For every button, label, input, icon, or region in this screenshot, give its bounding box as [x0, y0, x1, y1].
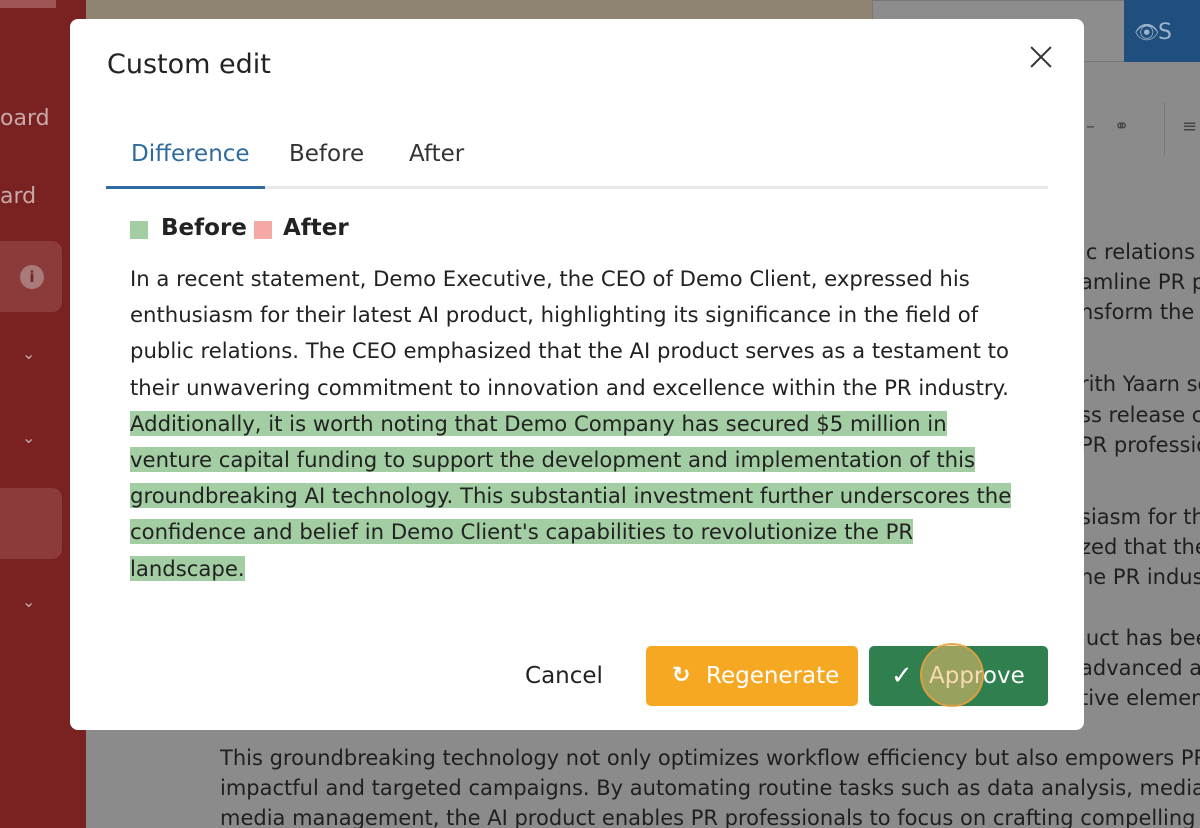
bg-text-fragment: amline PR p	[1080, 270, 1200, 294]
bg-text-fragment: ic relations	[1080, 240, 1196, 264]
preview-button[interactable]: 👁 S	[1124, 0, 1200, 62]
bg-text-fragment: tive element	[1080, 686, 1200, 710]
bg-paragraph-line: impactful and targeted campaigns. By aut…	[220, 776, 1200, 800]
toolbar-divider	[1164, 102, 1165, 156]
tab-before[interactable]: Before	[289, 141, 364, 167]
tab-after[interactable]: After	[409, 141, 464, 167]
legend-before-label: Before	[161, 215, 247, 241]
bg-text-fragment: advanced al	[1080, 656, 1200, 680]
bg-text-fragment: ss release c	[1080, 403, 1200, 427]
bg-text-fragment: rith Yaarn so	[1080, 372, 1200, 396]
dialog-title: Custom edit	[107, 49, 271, 80]
bg-text-fragment: siasm for the	[1080, 505, 1200, 529]
legend-after-label: After	[283, 215, 349, 241]
bg-text-fragment: luct has bee	[1080, 626, 1200, 650]
sidebar-item-dashboard[interactable]: oard	[0, 106, 50, 131]
regenerate-label: Regenerate	[706, 663, 840, 689]
tab-difference[interactable]: Difference	[131, 141, 250, 167]
dash-tool-icon[interactable]: –	[1086, 116, 1095, 137]
preview-button-label: S	[1158, 20, 1172, 45]
check-icon: ✓	[891, 661, 913, 691]
bg-paragraph-line: This groundbreaking technology not only …	[220, 746, 1200, 770]
bg-paragraph-line: media management, the AI product enables…	[220, 806, 1200, 828]
bg-text-fragment: nsform the v	[1080, 300, 1200, 324]
cancel-button[interactable]: Cancel	[516, 646, 612, 706]
tab-bar: Difference Before After	[106, 131, 1048, 189]
custom-edit-dialog: Custom edit Difference Before After Befo…	[70, 19, 1084, 730]
diff-added-text: Additionally, it is worth noting that De…	[130, 410, 1012, 581]
bg-text-fragment: he PR indus	[1080, 565, 1200, 589]
sidebar-item-board[interactable]: ard	[0, 184, 36, 209]
approve-label: Approve	[929, 663, 1025, 689]
active-tab-indicator	[106, 186, 265, 189]
info-icon: i	[20, 265, 44, 289]
bg-text-fragment: PR professio	[1080, 433, 1200, 457]
close-icon[interactable]	[1025, 41, 1057, 73]
sidebar-item-active[interactable]	[0, 488, 62, 559]
chevron-down-icon[interactable]: ⌄	[22, 592, 35, 611]
regenerate-button[interactable]: ↻ Regenerate	[646, 646, 858, 706]
refresh-icon: ↻	[672, 663, 691, 688]
diff-unchanged-text: In a recent statement, Demo Executive, t…	[130, 266, 1009, 400]
logo	[0, 0, 56, 8]
after-swatch	[254, 221, 272, 239]
before-swatch	[130, 221, 148, 239]
eye-icon: 👁	[1134, 20, 1160, 44]
chevron-down-icon[interactable]: ⌄	[22, 344, 35, 363]
link-icon[interactable]: ⚭	[1114, 116, 1129, 137]
approve-button[interactable]: ✓ Approve	[869, 646, 1048, 706]
align-icon[interactable]: ≡	[1182, 116, 1197, 137]
diff-content: In a recent statement, Demo Executive, t…	[130, 261, 1030, 587]
chevron-down-icon[interactable]: ⌄	[22, 428, 35, 447]
bg-text-fragment: zed that the	[1080, 535, 1200, 559]
